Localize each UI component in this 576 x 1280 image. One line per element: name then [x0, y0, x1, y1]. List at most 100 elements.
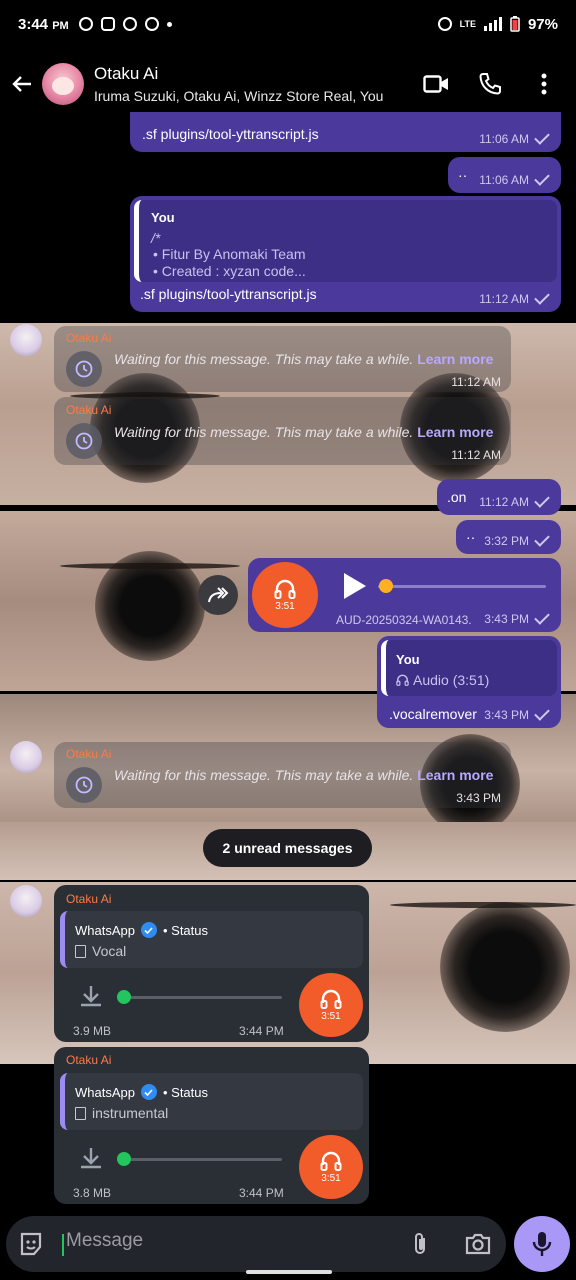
outgoing-reply-message[interactable]: You Audio (3:51) .vocalremover 3:43 PM: [377, 636, 561, 728]
sender-avatar[interactable]: [10, 324, 42, 356]
waiting-text: Waiting for this message. This may take …: [114, 767, 494, 783]
video-call-button[interactable]: [418, 66, 454, 102]
sticker-button[interactable]: [18, 1231, 44, 1262]
clock-icon: [75, 360, 93, 378]
voice-call-button[interactable]: [472, 66, 508, 102]
sender-avatar[interactable]: [10, 741, 42, 773]
more-notifications-icon: [166, 21, 172, 27]
message-input[interactable]: Message: [66, 1230, 143, 1252]
clock-icon: [75, 776, 93, 794]
status-doc: instrumental: [75, 1105, 168, 1121]
file-size: 3.8 MB: [73, 1186, 112, 1200]
download-button[interactable]: [78, 1145, 104, 1176]
audio-progress-knob[interactable]: [379, 579, 393, 593]
chat-title: Otaku Ai: [94, 64, 159, 83]
quoted-message[interactable]: You /* • Fitur By Anomaki Team • Created…: [134, 200, 557, 282]
whatsapp-icon: [78, 17, 93, 31]
sent-check-icon: [534, 289, 550, 305]
status-reply-card[interactable]: WhatsApp • Status instrumental: [60, 1073, 363, 1130]
status-time: 3:44 PM: [18, 15, 69, 33]
audio-progress-track[interactable]: [124, 1158, 282, 1161]
message-time: 11:06 AM: [479, 132, 529, 146]
microphone-icon: [532, 1232, 552, 1256]
video-camera-icon: [423, 75, 448, 93]
quoted-sender: You: [396, 652, 420, 667]
home-indicator[interactable]: [246, 1270, 332, 1274]
quoted-audio: Audio (3:51): [396, 672, 489, 688]
audio-avatar: 3:51: [299, 973, 363, 1037]
quoted-line: • Fitur By Anomaki Team: [153, 246, 306, 262]
message-time: 11:12 AM: [479, 292, 529, 306]
outgoing-message[interactable]: ·· 11:06 AM: [448, 157, 561, 193]
hotspot-icon: [437, 17, 452, 31]
waiting-text: Waiting for this message. This may take …: [114, 351, 494, 367]
incoming-status-audio-message[interactable]: Otaku Ai WhatsApp • Status instrumental …: [54, 1047, 369, 1204]
message-time: 3:32 PM: [484, 534, 529, 548]
sent-check-icon: [534, 170, 550, 186]
outgoing-reply-message[interactable]: You /* • Fitur By Anomaki Team • Created…: [130, 196, 561, 312]
outgoing-message[interactable]: .on 11:12 AM: [437, 479, 561, 515]
status-source: WhatsApp • Status: [75, 922, 209, 938]
attach-button[interactable]: [408, 1231, 432, 1262]
play-button[interactable]: [342, 572, 368, 605]
sender-name: Otaku Ai: [66, 747, 112, 761]
waiting-clock-button: [66, 423, 102, 459]
verified-badge-icon: [140, 1084, 157, 1100]
sender-name: Otaku Ai: [66, 1053, 112, 1067]
audio-progress-knob[interactable]: [117, 990, 131, 1004]
back-button[interactable]: [2, 64, 42, 104]
paperclip-icon: [415, 1233, 425, 1254]
waiting-text: Waiting for this message. This may take …: [114, 424, 494, 440]
outgoing-message[interactable]: ·· 3:32 PM: [456, 520, 561, 554]
learn-more-link[interactable]: Learn more: [417, 424, 493, 440]
message-text: ··: [458, 167, 468, 183]
incoming-waiting-message[interactable]: Otaku Ai Waiting for this message. This …: [54, 742, 511, 808]
download-button[interactable]: [78, 983, 104, 1014]
whatsapp-icon: [122, 17, 137, 31]
message-time: 3:43 PM: [456, 791, 501, 805]
quoted-message[interactable]: You Audio (3:51): [381, 640, 557, 696]
chat-participants: Iruma Suzuki, Otaku Ai, Winzz Store Real…: [94, 88, 384, 104]
voice-record-button[interactable]: [514, 1216, 570, 1272]
camera-button[interactable]: [464, 1232, 492, 1261]
learn-more-link[interactable]: Learn more: [417, 351, 493, 367]
chat-info[interactable]: Otaku Ai Iruma Suzuki, Otaku Ai, Winzz S…: [94, 64, 418, 104]
sender-name: Otaku Ai: [66, 331, 112, 345]
audio-progress-track[interactable]: [378, 585, 546, 588]
audio-progress-knob[interactable]: [117, 1152, 131, 1166]
network-type: LTE: [459, 19, 476, 29]
sent-check-icon: [534, 531, 550, 547]
message-time: 11:12 AM: [451, 375, 501, 389]
forward-button[interactable]: [198, 575, 238, 615]
incoming-waiting-message[interactable]: Otaku Ai Waiting for this message. This …: [54, 397, 511, 465]
sender-avatar[interactable]: [10, 885, 42, 917]
audio-filename: AUD-20250324-WA0143.: [336, 613, 472, 627]
more-options-button[interactable]: [526, 66, 562, 102]
message-time: 11:06 AM: [479, 173, 529, 187]
file-size: 3.9 MB: [73, 1024, 112, 1038]
document-icon: [75, 1106, 86, 1120]
sender-name: Otaku Ai: [66, 892, 112, 906]
sent-check-icon: [534, 492, 550, 508]
outgoing-audio-message[interactable]: 3:51 AUD-20250324-WA0143. 3:43 PM: [248, 558, 561, 632]
chat-icon: [100, 17, 115, 31]
audio-avatar: 3:51: [252, 562, 318, 628]
audio-progress-track[interactable]: [124, 996, 282, 999]
outgoing-message[interactable]: .sf plugins/tool-yttranscript.js 11:06 A…: [130, 112, 561, 152]
message-text: .sf plugins/tool-yttranscript.js: [142, 126, 319, 142]
sent-check-icon: [534, 705, 550, 721]
audio-avatar: 3:51: [299, 1135, 363, 1199]
status-reply-card[interactable]: WhatsApp • Status Vocal: [60, 911, 363, 968]
forward-icon: [208, 587, 229, 603]
incoming-status-audio-message[interactable]: Otaku Ai WhatsApp • Status Vocal 3:51 3.…: [54, 885, 369, 1042]
message-time: 3:44 PM: [239, 1024, 284, 1038]
learn-more-link[interactable]: Learn more: [417, 767, 493, 783]
headphones-icon: [396, 674, 409, 686]
arrow-left-icon: [12, 76, 31, 92]
incoming-waiting-message[interactable]: Otaku Ai Waiting for this message. This …: [54, 326, 511, 392]
camera-icon: [465, 1233, 491, 1255]
audio-duration: 3:51: [275, 600, 295, 612]
message-input-container[interactable]: Message: [6, 1216, 506, 1272]
group-avatar[interactable]: [42, 63, 84, 105]
sticker-icon: [20, 1232, 42, 1256]
